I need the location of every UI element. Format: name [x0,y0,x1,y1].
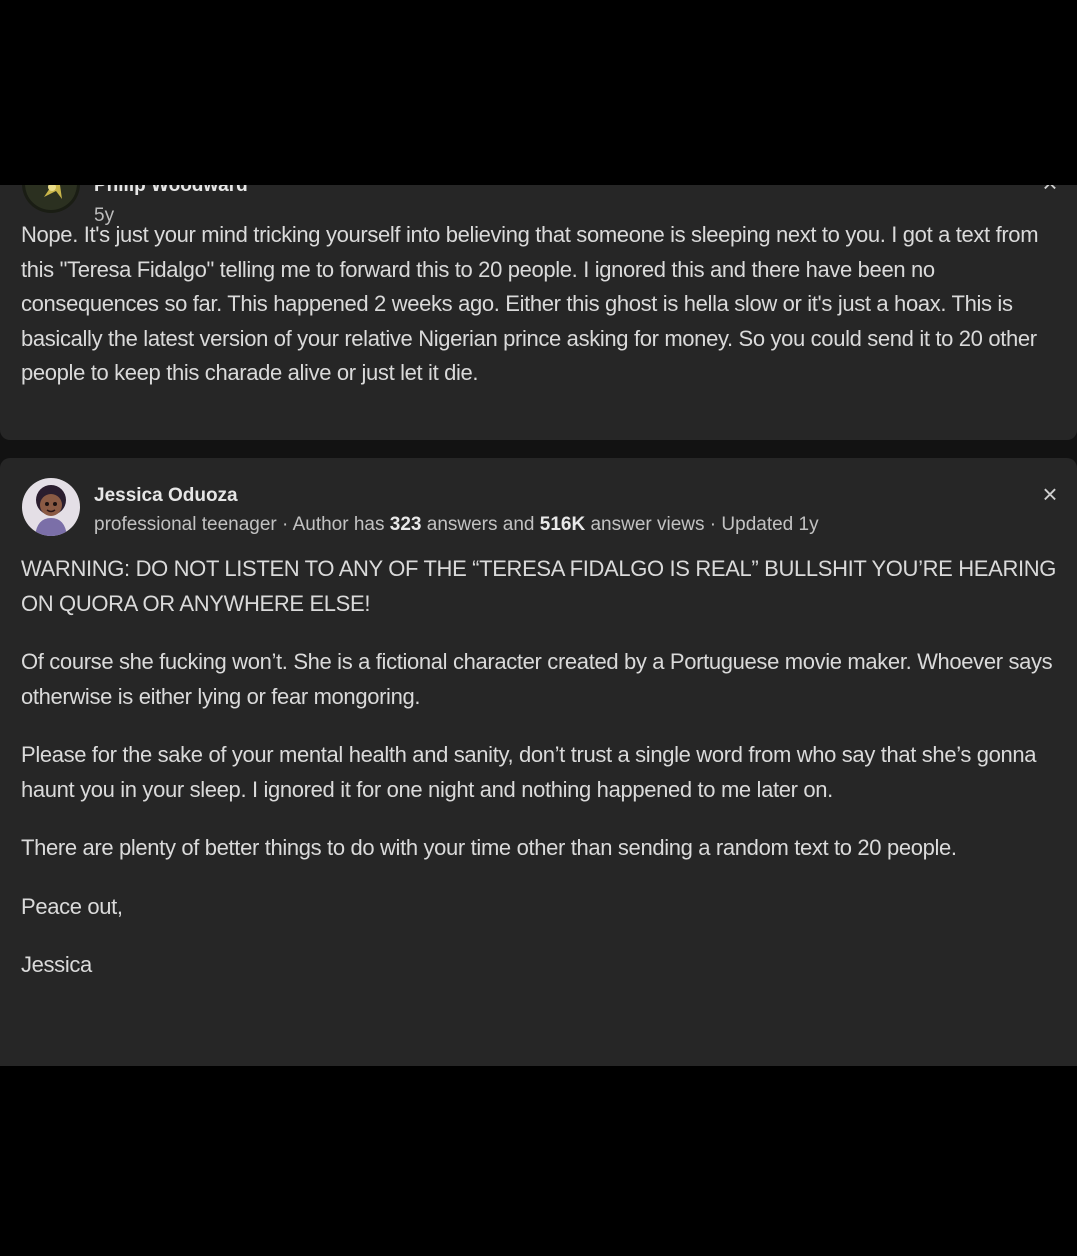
views-count: 516K [539,514,586,535]
answer-paragraph: Jessica [21,952,92,977]
answers-feed[interactable]: Philip Woodward 5y × Nope. It's just you… [0,185,1077,1066]
author-credential[interactable]: professional teenager [94,514,277,535]
updated-time[interactable]: Updated 1y [721,514,818,535]
answer-body: Nope. It's just your mind tricking yours… [21,218,1069,391]
author-credential-line: professional teenager · Author has 323 a… [94,514,819,536]
separator-dot: · [704,514,722,535]
answer-paragraph: Peace out, [21,893,123,919]
author-stats-mid: answers and [421,514,540,535]
answer-paragraph: Nope. It's just your mind tricking yours… [21,222,1039,385]
author-name[interactable]: Jessica Oduoza [94,485,238,507]
close-icon[interactable]: × [1037,481,1063,507]
screenshot: Philip Woodward 5y × Nope. It's just you… [0,0,1077,1256]
answer-body: WARNING: DO NOT LISTEN TO ANY OF THE “TE… [21,552,1069,983]
author-name[interactable]: Philip Woodward [94,185,248,197]
answer-paragraph: WARNING: DO NOT LISTEN TO ANY OF THE “TE… [21,556,1057,616]
answers-count: 323 [389,514,422,535]
author-avatar[interactable] [22,478,80,536]
answer-card: Jessica Oduoza professional teenager · A… [0,458,1077,1066]
separator-dot: · [276,514,293,535]
answer-card: Philip Woodward 5y × Nope. It's just you… [0,185,1077,440]
author-stats-suffix: answer views [585,514,705,535]
answer-paragraph: Please for the sake of your mental healt… [21,742,1037,802]
close-icon[interactable]: × [1037,185,1063,196]
author-avatar[interactable] [22,185,80,213]
answer-paragraph: There are plenty of better things to do … [21,835,957,860]
author-stats-prefix: Author has [292,514,390,535]
answer-paragraph: Of course she fucking won’t. She is a fi… [21,649,1053,709]
